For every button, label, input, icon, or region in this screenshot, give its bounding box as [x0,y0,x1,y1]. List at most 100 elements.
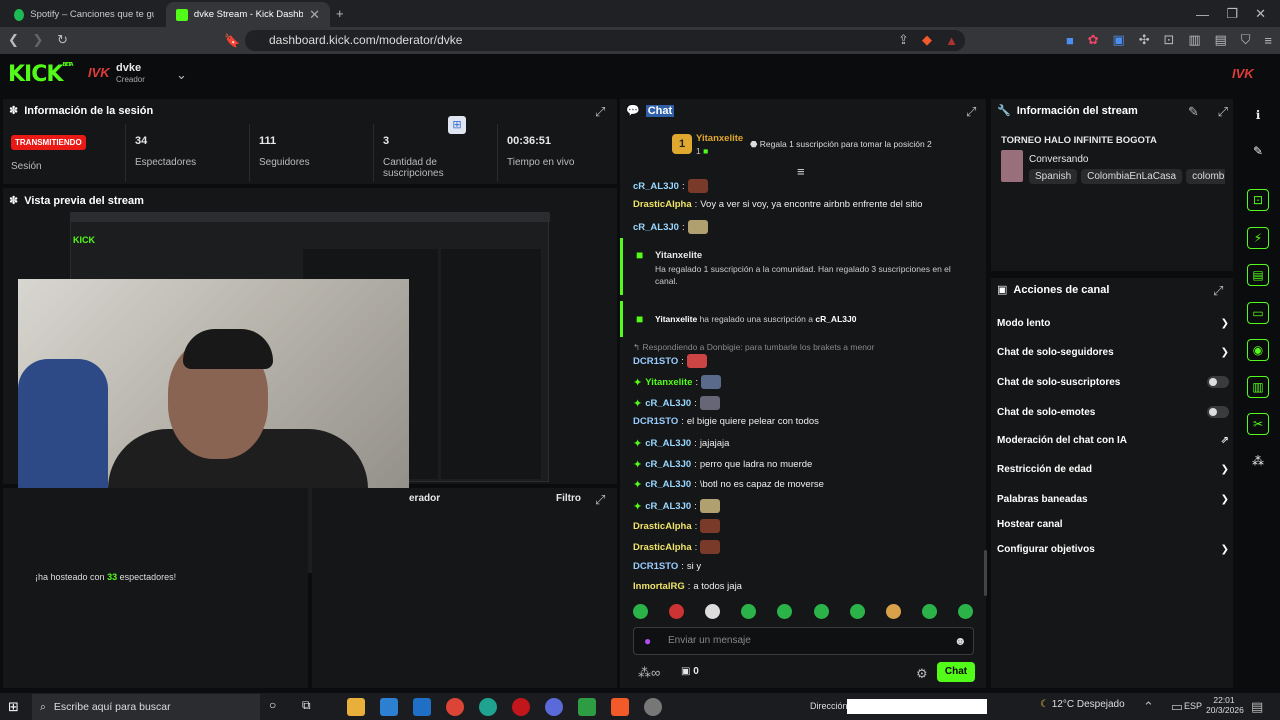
action-ai-moderation[interactable]: Moderación del chat con IA ⇗ [997,435,1229,446]
send-chat-button[interactable]: Chat [937,662,975,682]
settings-icon[interactable]: ⚙ [916,666,928,682]
chat-username[interactable]: cR_AL3J0 [633,222,679,233]
action-emotes-only[interactable]: Chat de solo-emotes [997,406,1229,418]
users-icon[interactable]: ⁂ [1247,450,1269,472]
outlook-icon[interactable] [413,698,431,716]
focus-icon[interactable]: ⊡ [1247,189,1269,211]
popout-icon[interactable]: ⤢ [1213,283,1223,299]
share-icon[interactable]: ⇪ [898,32,909,48]
menu-icon[interactable]: ≡ [1264,33,1272,48]
edit-icon[interactable]: ✎ [1247,140,1269,162]
chat-username[interactable]: cR_AL3J0 [645,398,691,409]
chat-username[interactable]: DrasticAlpha [633,542,692,553]
avatar[interactable]: IVK [88,65,110,80]
emote-button[interactable] [885,604,901,619]
document-icon[interactable]: ▤ [1247,264,1269,286]
tab-kick-dashboard[interactable]: dvke Stream - Kick Dashboard ✕ [166,2,330,27]
emote-button[interactable] [813,604,829,619]
emotes-only-toggle[interactable] [1207,406,1229,418]
edit-icon[interactable]: ✎ [1188,104,1199,120]
vpn-icon[interactable]: ⛉ [1241,32,1251,48]
extension-icon[interactable]: ⊡ [1164,32,1175,48]
close-window-icon[interactable]: ✕ [1255,6,1266,22]
gift-user[interactable]: Yitanxelite [655,250,702,261]
action-subscribers-only[interactable]: Chat de solo-suscriptores [997,376,1229,388]
gift-recipient[interactable]: cR_AL3J0 [815,314,856,324]
translate-icon[interactable]: ▣ [1113,32,1125,48]
chat-username[interactable]: DrasticAlpha [633,199,692,210]
emote-button[interactable] [777,604,793,619]
broadcast-icon[interactable]: ◉ [1247,339,1269,361]
chat-username[interactable]: cR_AL3J0 [645,438,691,449]
app-icon[interactable] [644,698,662,716]
emoji-icon[interactable]: ☻ [954,634,967,648]
network-icon[interactable]: ▭ [1171,699,1183,715]
translate-icon[interactable]: ⊞ [448,116,466,134]
brave-shield-icon[interactable]: ◆ [922,32,932,48]
chat-scrollbar[interactable] [984,550,987,596]
action-age-restriction[interactable]: Restricción de edad ❯ [997,464,1229,475]
puzzle-icon[interactable]: ✣ [1139,32,1150,48]
popout-icon[interactable]: ⤢ [1218,104,1228,120]
app-icon[interactable] [545,698,563,716]
chat-username[interactable]: cR_AL3J0 [645,479,691,490]
close-tab-icon[interactable]: ✕ [309,7,320,23]
opera-icon[interactable] [512,698,530,716]
emote-button[interactable] [741,604,757,619]
action-followers-only[interactable]: Chat de solo-seguidores ❯ [997,347,1229,358]
subscribers-only-toggle[interactable] [1207,376,1229,388]
minimize-icon[interactable]: — [1196,7,1209,22]
popout-icon[interactable]: ⤢ [966,104,976,120]
action-slow-mode[interactable]: Modo lento ❯ [997,318,1229,329]
chat-username[interactable]: DCR1STO [633,416,678,427]
maximize-icon[interactable]: ❐ [1226,6,1238,22]
chat-username[interactable]: cR_AL3J0 [645,501,691,512]
tag-chip[interactable]: colombi [1186,169,1225,184]
back-icon[interactable]: ❮ [8,32,19,48]
brave-icon[interactable] [611,698,629,716]
tab-spotify[interactable]: Spotify – Canciones que te gustan [4,2,164,27]
file-explorer-icon[interactable] [347,698,365,716]
clock[interactable]: 22:01 20/3/2026 [1206,695,1244,715]
reload-icon[interactable]: ↻ [57,32,68,48]
chrome-icon[interactable] [446,698,464,716]
cortana-icon[interactable]: ○ [269,698,287,716]
forward-icon[interactable]: ❯ [33,32,44,48]
filter-button[interactable]: Filtro [556,493,581,504]
action-banned-words[interactable]: Palabras baneadas ❯ [997,494,1229,505]
scroll-down-icon[interactable]: ≡ [797,164,805,179]
bookmark-icon[interactable]: 🔖 [224,33,240,49]
address-toolbar-input[interactable] [847,699,987,714]
extension-icon[interactable]: ■ [1066,33,1074,48]
edge-icon[interactable] [479,698,497,716]
popout-icon[interactable]: ⤢ [595,104,605,120]
chat-username[interactable]: DrasticAlpha [633,521,692,532]
emote-button[interactable] [705,604,721,619]
header-avatar[interactable]: IVK [1232,66,1254,81]
info-icon[interactable]: ℹ [1247,104,1269,126]
lightning-icon[interactable]: ⚡ [1247,227,1269,249]
chevron-down-icon[interactable]: ⌄ [176,67,187,83]
infinity-icon[interactable]: ⁂∞ [638,665,660,681]
tag-chip[interactable]: Spanish [1029,169,1078,184]
microphone-icon[interactable]: ● [644,634,651,648]
task-view-icon[interactable]: ⧉ [302,698,320,716]
chevron-up-icon[interactable]: ⌃ [1143,699,1154,715]
chat-username[interactable]: Yitanxelite [645,377,692,388]
windows-start-icon[interactable]: ⊞ [8,699,19,715]
action-host-channel[interactable]: Hostear canal [997,519,1229,530]
store-icon[interactable] [380,698,398,716]
extension-icon[interactable]: ✿ [1088,32,1099,48]
sidebar-icon[interactable]: ▥ [1188,32,1200,48]
window-controls[interactable]: — ❐ ✕ [1196,6,1266,22]
chat-username[interactable]: cR_AL3J0 [645,459,691,470]
weather-widget[interactable]: ☾ 12°C Despejado [1040,699,1125,710]
emote-button[interactable] [633,604,648,619]
emote-button[interactable] [921,604,937,619]
chat-username[interactable]: DCR1STO [633,356,678,367]
tools-icon[interactable]: ✂ [1247,413,1269,435]
taskbar-search[interactable]: ⌕ Escribe aquí para buscar [32,694,260,720]
app-icon[interactable] [578,698,596,716]
kick-logo[interactable]: KICKBETA [8,62,74,87]
chat-username[interactable]: InmortalRG [633,581,685,592]
